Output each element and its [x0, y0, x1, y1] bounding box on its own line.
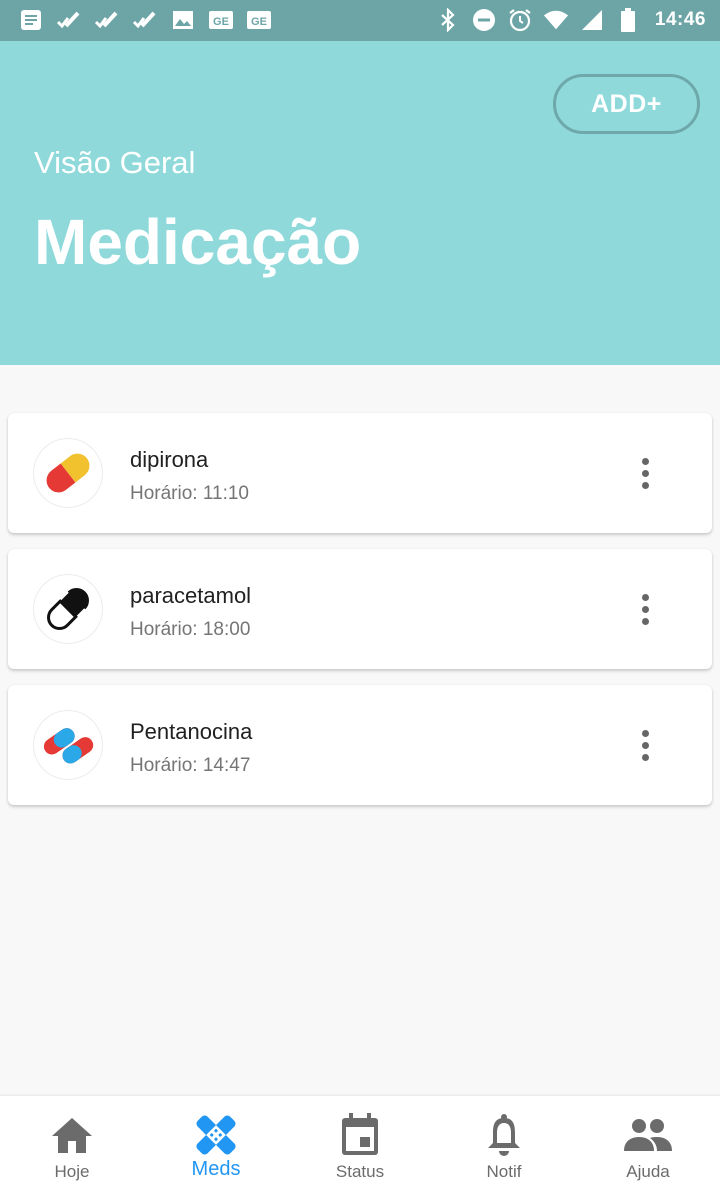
more-options-icon[interactable]	[630, 453, 660, 493]
page-subtitle: Visão Geral	[34, 145, 196, 180]
ge-icon: GE	[208, 8, 234, 32]
page-header: ADD+ Visão Geral Medicação	[0, 41, 720, 365]
nav-label: Meds	[191, 1158, 241, 1180]
bottom-navigation: Hoje Meds Status Notif Ajuda	[0, 1096, 720, 1197]
home-icon	[50, 1112, 94, 1158]
medication-time: Horário: 18:00	[130, 619, 251, 640]
alarm-icon	[507, 8, 533, 32]
check-icon	[94, 8, 120, 32]
nav-label: Notif	[486, 1162, 522, 1181]
pill-black-white-icon	[34, 575, 102, 643]
medication-card[interactable]: Pentanocina Horário: 14:47	[8, 685, 712, 805]
notification-icons: GE GE	[18, 8, 272, 32]
nav-label: Ajuda	[626, 1162, 670, 1181]
pills-blue-red-icon	[34, 711, 102, 779]
bandage-icon	[192, 1112, 240, 1158]
nav-item-hoje[interactable]: Hoje	[0, 1096, 144, 1197]
dnd-icon	[471, 8, 497, 32]
nav-label: Status	[335, 1162, 385, 1181]
calendar-icon	[340, 1112, 380, 1158]
status-bar: GE GE 14:46	[0, 0, 720, 41]
nav-item-ajuda[interactable]: Ajuda	[576, 1096, 720, 1197]
page-title: Medicação	[34, 206, 362, 278]
medication-name: Pentanocina	[130, 719, 253, 744]
battery-icon	[615, 8, 641, 32]
medication-time: Horário: 11:10	[130, 483, 249, 504]
svg-text:GE: GE	[251, 16, 267, 28]
svg-text:GE: GE	[213, 16, 229, 28]
medication-time: Horário: 14:47	[130, 755, 251, 776]
people-icon	[623, 1112, 673, 1158]
message-icon	[18, 8, 44, 32]
pill-yellow-red-icon	[34, 439, 102, 507]
system-icons: 14:46	[435, 8, 706, 32]
check-icon	[132, 8, 158, 32]
medication-card[interactable]: dipirona Horário: 11:10	[8, 413, 712, 533]
nav-label: Hoje	[54, 1162, 90, 1181]
signal-icon	[579, 8, 605, 32]
more-options-icon[interactable]	[630, 725, 660, 765]
check-icon	[56, 8, 82, 32]
wifi-icon	[543, 8, 569, 32]
add-medication-button[interactable]: ADD+	[553, 74, 700, 134]
medication-name: paracetamol	[130, 583, 252, 608]
medication-card[interactable]: paracetamol Horário: 18:00	[8, 549, 712, 669]
ge-icon: GE	[246, 8, 272, 32]
image-icon	[170, 8, 196, 32]
medication-name: dipirona	[130, 447, 209, 472]
nav-item-status[interactable]: Status	[288, 1096, 432, 1197]
nav-item-meds[interactable]: Meds	[144, 1096, 288, 1197]
bluetooth-icon	[435, 8, 461, 32]
clock-time: 14:46	[654, 9, 706, 30]
bell-icon	[484, 1112, 524, 1158]
more-options-icon[interactable]	[630, 589, 660, 629]
nav-item-notif[interactable]: Notif	[432, 1096, 576, 1197]
